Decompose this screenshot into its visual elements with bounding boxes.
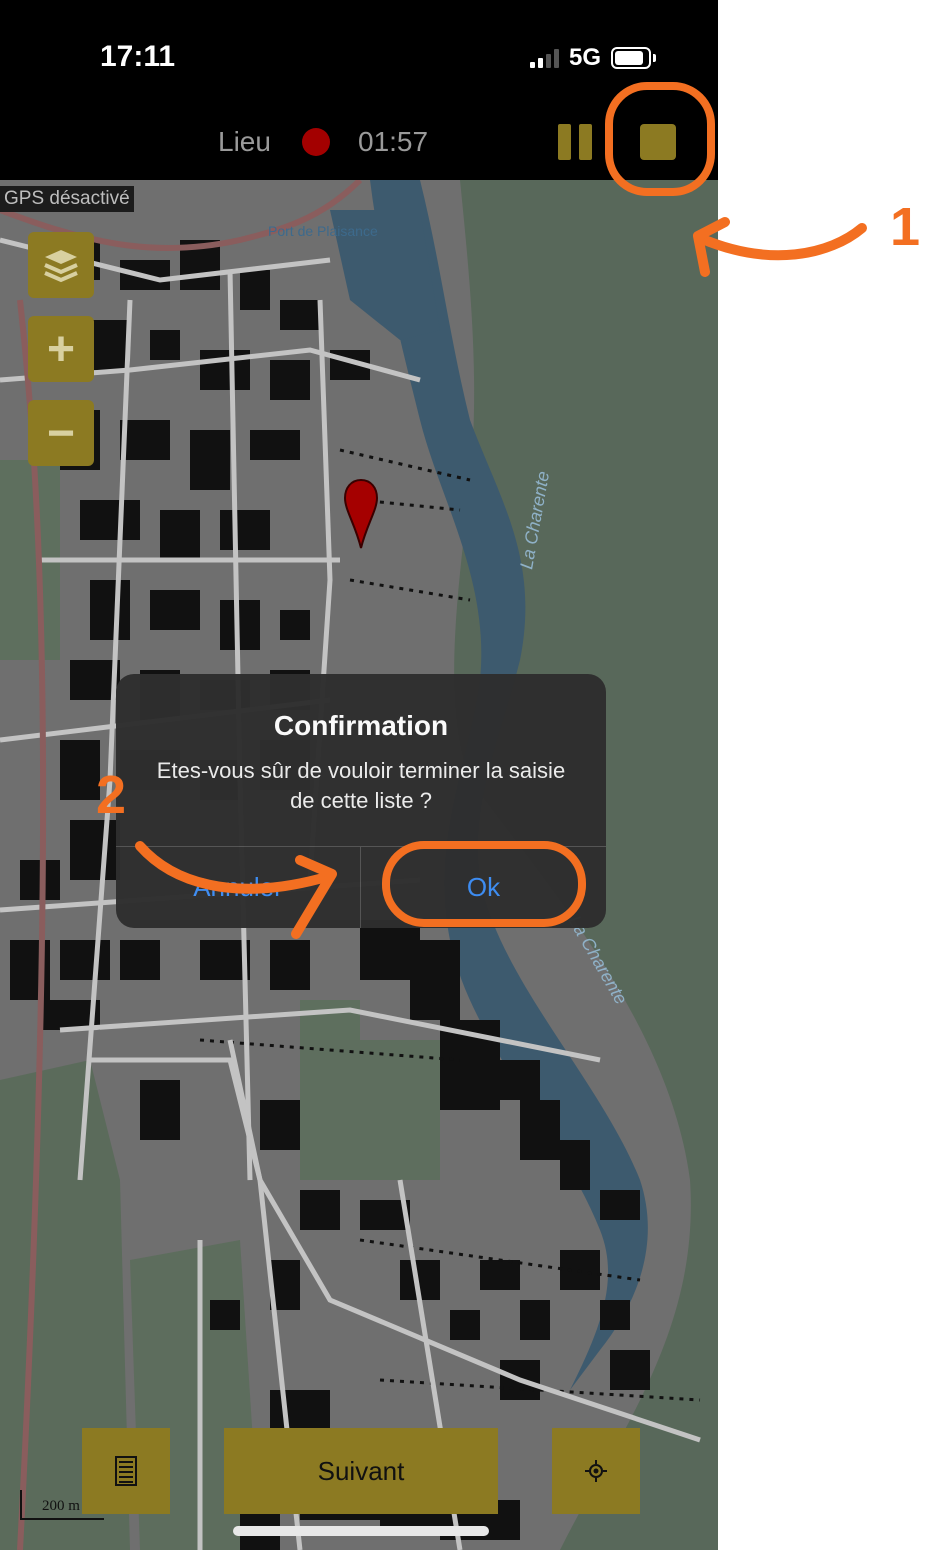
zoom-out-button[interactable]: − (28, 400, 94, 466)
gps-status-label: GPS désactivé (0, 186, 134, 212)
step-2-label: 2 (96, 765, 127, 825)
dialog-title: Confirmation (273, 710, 449, 741)
step-1-arrow (695, 223, 867, 261)
confirmation-dialog: Confirmation Etes-vous sûr de vouloir te… (116, 674, 606, 928)
dialog-message: Etes-vous sûr de vouloir terminer la sai… (156, 758, 566, 813)
pause-button[interactable] (558, 124, 592, 160)
recording-dot-icon (302, 128, 330, 156)
harbor-label: Port de Plaisance (268, 223, 378, 239)
stop-button[interactable] (640, 124, 676, 160)
list-icon (115, 1456, 137, 1486)
locate-icon (585, 1460, 607, 1482)
status-indicators: 5G (529, 44, 656, 72)
recording-timer: 01:57 (358, 126, 429, 157)
ok-button[interactable]: Ok (361, 846, 606, 928)
zoom-in-button[interactable]: + (28, 316, 94, 382)
battery-icon (611, 47, 651, 69)
next-button[interactable]: Suivant (224, 1428, 498, 1514)
locate-button[interactable] (552, 1428, 640, 1514)
map-scale-label: 200 m (42, 1498, 80, 1514)
cancel-button[interactable]: Annuler (116, 846, 360, 928)
location-marker-icon[interactable] (343, 478, 379, 550)
status-time: 17:11 (100, 40, 176, 73)
recording-bar: Lieu 01:57 (0, 110, 718, 180)
place-label: Lieu (218, 126, 271, 157)
battery-tip (653, 54, 656, 62)
pause-icon (558, 124, 571, 160)
home-indicator[interactable] (233, 1526, 489, 1536)
map-layers-button[interactable] (28, 232, 94, 298)
status-bar: 17:11 5G (0, 0, 718, 110)
network-label: 5G (568, 44, 601, 71)
layers-icon (44, 250, 78, 283)
signal-icon (529, 48, 559, 68)
step-1-label: 1 (890, 197, 921, 257)
